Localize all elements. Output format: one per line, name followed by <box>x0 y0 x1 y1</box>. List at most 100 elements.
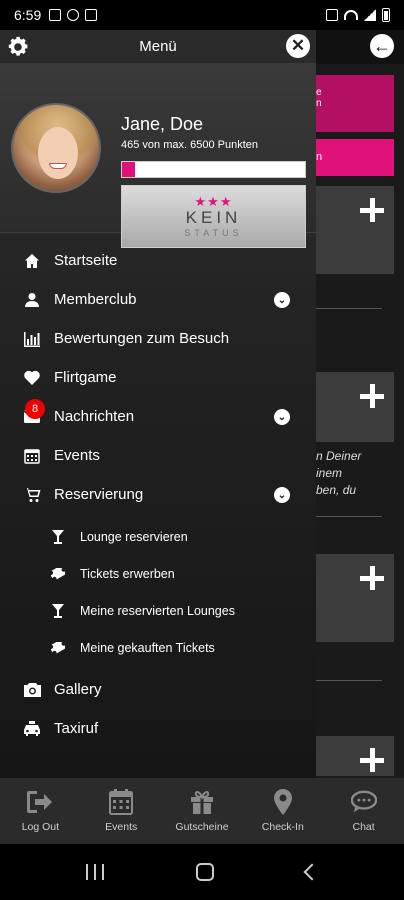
menu-item-label: Flirtgame <box>54 369 117 386</box>
background-grey-card[interactable] <box>316 372 394 442</box>
drawer-header: Menü ✕ <box>0 30 316 63</box>
points-progress-bar <box>121 161 306 178</box>
status-card: ★★★ KEIN STATUS <box>121 185 306 248</box>
submenu-item-label: Meine reservierten Lounges <box>80 603 235 618</box>
home-button-icon[interactable] <box>196 863 214 881</box>
location-pin-icon <box>270 789 296 815</box>
navigation-drawer: Menü ✕ Jane, Doe 465 von max. 6500 Punkt… <box>0 30 316 778</box>
sync-icon <box>67 9 80 21</box>
cart-icon <box>22 485 42 505</box>
notification-icon <box>85 9 98 21</box>
profile-name: Jane, Doe <box>121 114 204 134</box>
camera-icon <box>22 680 42 700</box>
chevron-down-icon[interactable]: ⌄ <box>274 487 290 503</box>
menu-item-nachrichten[interactable]: 8 Nachrichten ⌄ <box>0 397 316 436</box>
menu-item-gallery[interactable]: Gallery <box>0 670 316 709</box>
status-time: 6:59 <box>14 7 42 23</box>
submenu-item-lounge-reservieren[interactable]: Lounge reservieren <box>0 518 316 555</box>
background-grey-card[interactable] <box>316 186 394 274</box>
chevron-down-icon[interactable]: ⌄ <box>274 292 290 308</box>
recent-apps-icon[interactable] <box>86 864 104 880</box>
tab-logout[interactable]: Log Out <box>0 778 81 844</box>
submenu-item-label: Tickets erwerben <box>80 566 175 581</box>
avatar-face <box>38 127 78 179</box>
tab-label: Gutscheine <box>175 821 229 833</box>
home-icon <box>22 251 42 271</box>
close-icon[interactable]: ✕ <box>286 34 310 58</box>
system-nav-bar <box>0 844 404 900</box>
menu-item-startseite[interactable]: Startseite <box>0 241 316 280</box>
ticket-icon <box>50 640 66 656</box>
status-stars: ★★★ <box>194 193 233 209</box>
tab-label: Check-In <box>261 821 304 833</box>
tab-checkin[interactable]: Check-In <box>242 778 323 844</box>
background-pink-button[interactable]: n <box>316 139 394 176</box>
menu-item-memberclub[interactable]: Memberclub ⌄ <box>0 280 316 319</box>
bottom-tab-bar: Log Out Events Gutscheine Check-In Chat <box>0 778 404 844</box>
menu-item-label: Bewertungen zum Besuch <box>54 330 230 347</box>
background-grey-card[interactable] <box>316 736 394 776</box>
menu-item-label: Memberclub <box>54 291 137 308</box>
chat-icon <box>350 789 377 815</box>
plus-icon[interactable] <box>360 566 384 590</box>
background-italic-text: n Deiner inem ben, du <box>316 449 362 497</box>
chevron-down-icon[interactable]: ⌄ <box>274 409 290 425</box>
mute-icon <box>326 9 338 21</box>
tab-label: Log Out <box>21 821 60 833</box>
submenu-item-label: Meine gekauften Tickets <box>80 640 215 655</box>
background-divider <box>316 516 382 517</box>
profile-section: Jane, Doe 465 von max. 6500 Punkten ★★★ … <box>0 63 316 248</box>
wifi-icon <box>344 10 358 20</box>
cocktail-icon <box>50 603 66 619</box>
battery-icon <box>382 8 390 22</box>
background-pink-card[interactable]: e n <box>316 75 394 132</box>
plus-icon[interactable] <box>360 198 384 222</box>
background-grey-card[interactable] <box>316 554 394 642</box>
background-divider <box>316 680 382 681</box>
points-progress-fill <box>122 162 136 177</box>
status-line1: KEIN <box>185 207 242 227</box>
unread-badge: 8 <box>25 399 45 419</box>
submenu-item-tickets-erwerben[interactable]: Tickets erwerben <box>0 555 316 592</box>
plus-icon[interactable] <box>360 384 384 408</box>
drawer-menu: Startseite Memberclub ⌄ Bewertungen zum … <box>0 241 316 748</box>
taxi-icon <box>22 719 42 739</box>
menu-item-taxiruf[interactable]: Taxiruf <box>0 709 316 748</box>
menu-item-label: Reservierung <box>54 486 144 503</box>
cocktail-icon <box>50 529 66 545</box>
menu-item-bewertungen[interactable]: Bewertungen zum Besuch <box>0 319 316 358</box>
plus-icon[interactable] <box>360 748 384 772</box>
menu-item-label: Nachrichten <box>54 408 135 425</box>
tab-chat[interactable]: Chat <box>323 778 404 844</box>
back-icon[interactable] <box>303 863 321 881</box>
menu-item-events[interactable]: Events <box>0 436 316 475</box>
pink-button-text: n <box>316 151 323 163</box>
tab-label: Events <box>105 821 138 833</box>
pink-card-text: e n <box>316 87 322 109</box>
calendar-icon <box>22 446 42 466</box>
tab-events[interactable]: Events <box>81 778 162 844</box>
menu-item-label: Events <box>54 447 100 464</box>
menu-item-label: Gallery <box>54 681 102 698</box>
status-system-icons <box>326 8 390 22</box>
menu-item-flirtgame[interactable]: Flirtgame <box>0 358 316 397</box>
tab-gutscheine[interactable]: Gutscheine <box>162 778 243 844</box>
calendar-icon <box>108 789 134 815</box>
avatar[interactable] <box>11 103 101 193</box>
image-icon <box>49 9 62 21</box>
submenu-item-meine-tickets[interactable]: Meine gekauften Tickets <box>0 629 316 666</box>
gear-icon[interactable] <box>6 35 30 59</box>
status-bar: 6:59 <box>0 0 404 30</box>
menu-item-label: Taxiruf <box>54 720 99 737</box>
menu-item-reservierung[interactable]: Reservierung ⌄ <box>0 475 316 514</box>
submenu-item-meine-lounges[interactable]: Meine reservierten Lounges <box>0 592 316 629</box>
drawer-title: Menü <box>139 38 177 55</box>
bar-chart-icon <box>22 329 42 349</box>
signal-icon <box>364 9 376 21</box>
submenu-item-label: Lounge reservieren <box>80 529 188 544</box>
status-notification-icons <box>49 9 98 21</box>
back-arrow-icon[interactable]: ← <box>370 34 394 58</box>
user-icon <box>22 290 42 310</box>
ticket-icon <box>50 566 66 582</box>
heart-icon <box>22 368 42 388</box>
